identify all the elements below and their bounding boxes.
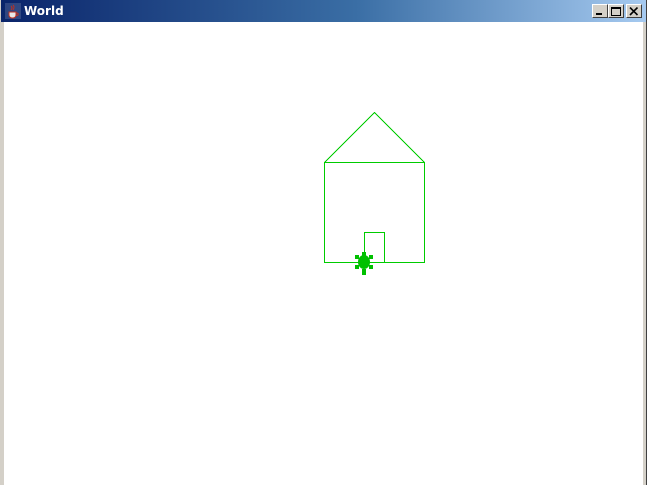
turtle-icon [355,252,373,275]
window-title: World [24,4,64,18]
house-body [324,162,425,263]
maximize-button[interactable] [608,4,624,18]
title-bar[interactable]: World [1,0,646,22]
house-roof [324,111,425,163]
world-canvas[interactable] [4,22,643,485]
java-cup-icon[interactable] [5,3,21,19]
minimize-button[interactable] [592,4,608,18]
world-window: World [0,0,647,485]
minimize-icon [596,13,602,15]
maximize-icon [611,7,621,16]
close-button[interactable] [626,4,642,18]
house-drawing [324,111,425,275]
close-icon [629,7,639,16]
